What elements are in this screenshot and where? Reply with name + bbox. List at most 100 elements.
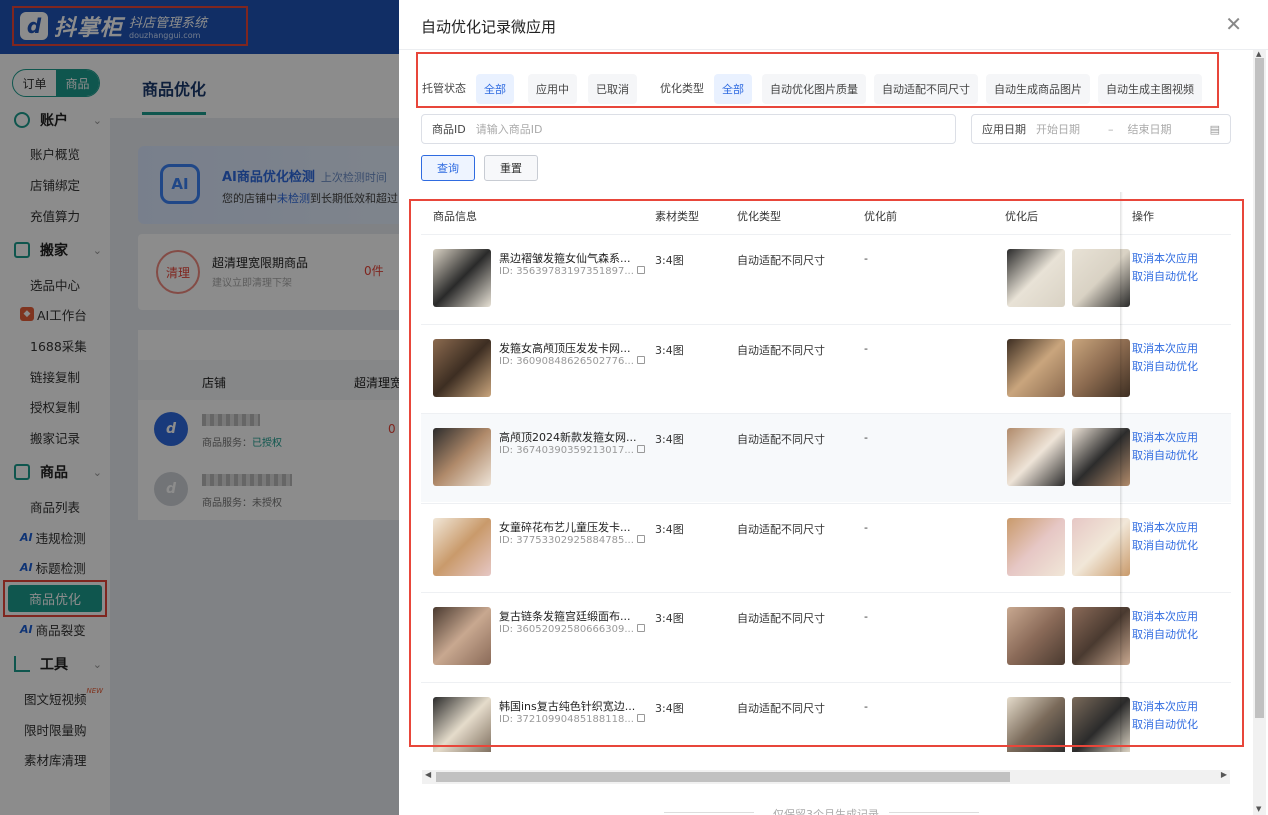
- product-id: ID: 37210990485188118...: [499, 713, 645, 725]
- th-before: 优化前: [864, 210, 897, 223]
- reset-button[interactable]: 重置: [484, 155, 538, 181]
- filter-bar: 托管状态 全部 应用中 已取消 优化类型 全部 自动优化图片质量 自动适配不同尺…: [416, 52, 1219, 108]
- product-id-text: ID: 36090848626502776...: [499, 355, 634, 367]
- material-type: 3:4图: [655, 343, 684, 357]
- product-thumbnail[interactable]: [433, 696, 491, 752]
- type-gen-video-chip[interactable]: 自动生成主图视频: [1098, 74, 1202, 104]
- drawer-title: 自动优化记录微应用: [421, 18, 557, 36]
- calendar-icon[interactable]: ▤: [1210, 123, 1220, 136]
- optimize-type: 自动适配不同尺寸: [737, 522, 825, 536]
- after-image[interactable]: [1007, 428, 1065, 486]
- table-row: 复古链条发箍宫廷缎面布... ID: 36052092580666309... 3:…: [421, 592, 1231, 681]
- before-image: -: [864, 699, 868, 713]
- vertical-scroll-thumb[interactable]: [1255, 58, 1264, 718]
- cancel-once-link[interactable]: 取消本次应用: [1132, 340, 1198, 356]
- cancel-once-link[interactable]: 取消本次应用: [1132, 698, 1198, 714]
- copy-icon[interactable]: [636, 355, 645, 364]
- optimize-type: 自动适配不同尺寸: [737, 701, 825, 715]
- cancel-once-link[interactable]: 取消本次应用: [1132, 519, 1198, 535]
- status-cancelled-chip[interactable]: 已取消: [588, 74, 637, 104]
- optimize-type: 自动适配不同尺寸: [737, 612, 825, 625]
- product-title: 高颅顶2024新款发箍女网...: [499, 431, 637, 444]
- cancel-auto-link[interactable]: 取消自动优化: [1132, 537, 1198, 553]
- material-type: 3:4图: [655, 701, 684, 715]
- cancel-auto-link[interactable]: 取消自动优化: [1132, 626, 1198, 642]
- end-date-input[interactable]: 结束日期: [1128, 121, 1172, 137]
- product-id-label: 商品ID: [432, 123, 466, 136]
- date-separator: –: [1108, 122, 1114, 136]
- product-id-text: ID: 37753302925884785...: [499, 534, 634, 546]
- material-type: 3:4图: [655, 522, 684, 536]
- copy-icon[interactable]: [636, 266, 645, 274]
- records-table: 商品信息 素材类型 优化类型 优化前 优化后 操作 黑边褶皱发箍女仙气森系...…: [421, 192, 1231, 752]
- optimize-type: 自动适配不同尺寸: [737, 343, 825, 357]
- table-row: 黑边褶皱发箍女仙气森系... ID: 35639783197351897... 3:…: [421, 234, 1231, 323]
- copy-icon[interactable]: [636, 534, 645, 543]
- product-title: 韩国ins复古纯色针织宽边...: [499, 699, 636, 713]
- product-id: ID: 36740390359213017...: [499, 445, 645, 456]
- after-image[interactable]: [1007, 607, 1065, 665]
- table-row: 女童碎花布艺儿童压发卡... ID: 37753302925884785... 3:…: [421, 502, 1231, 592]
- product-title: 复古链条发箍宫廷缎面布...: [499, 610, 631, 623]
- type-image-quality-chip[interactable]: 自动优化图片质量: [762, 74, 866, 104]
- product-title: 发箍女高颅顶压发发卡网...: [499, 341, 631, 355]
- th-after: 优化后: [1005, 210, 1038, 223]
- th-actions: 操作: [1132, 210, 1154, 223]
- status-all-chip[interactable]: 全部: [476, 74, 514, 104]
- after-image[interactable]: [1007, 249, 1065, 307]
- footer-divider: [664, 812, 754, 813]
- footer-note: 仅保留3个月生成记录: [773, 808, 879, 815]
- cancel-auto-link[interactable]: 取消自动优化: [1132, 268, 1198, 284]
- cancel-once-link[interactable]: 取消本次应用: [1132, 608, 1198, 624]
- product-id-text: ID: 35639783197351897...: [499, 266, 634, 277]
- cancel-once-link[interactable]: 取消本次应用: [1132, 250, 1198, 266]
- cancel-auto-link[interactable]: 取消自动优化: [1132, 358, 1198, 374]
- type-filter-label: 优化类型: [660, 82, 704, 95]
- cancel-auto-link[interactable]: 取消自动优化: [1132, 716, 1198, 732]
- th-product-info: 商品信息: [433, 210, 477, 223]
- date-label: 应用日期: [982, 123, 1026, 136]
- th-optimize-type: 优化类型: [737, 210, 781, 223]
- horizontal-scroll-thumb[interactable]: [436, 772, 1010, 782]
- after-image[interactable]: [1007, 338, 1065, 397]
- product-id-text: ID: 37210990485188118...: [499, 713, 634, 725]
- product-thumbnail[interactable]: [433, 607, 491, 665]
- before-image: -: [864, 252, 868, 265]
- scroll-left-icon[interactable]: ◀: [425, 770, 431, 779]
- start-date-input[interactable]: 开始日期: [1036, 121, 1080, 137]
- cancel-auto-link[interactable]: 取消自动优化: [1132, 447, 1198, 463]
- vertical-scrollbar[interactable]: ▲ ▼: [1253, 50, 1266, 815]
- copy-icon[interactable]: [636, 445, 645, 453]
- type-all-chip[interactable]: 全部: [714, 74, 752, 104]
- modal-overlay[interactable]: [0, 0, 399, 815]
- date-range-field[interactable]: 应用日期 开始日期 – 结束日期 ▤: [971, 114, 1231, 144]
- copy-icon[interactable]: [636, 624, 645, 632]
- scroll-down-icon[interactable]: ▼: [1256, 805, 1261, 813]
- product-thumbnail[interactable]: [433, 249, 491, 307]
- before-image: -: [864, 520, 868, 534]
- after-image[interactable]: [1007, 696, 1065, 752]
- before-image: -: [864, 610, 868, 623]
- optimize-type: 自动适配不同尺寸: [737, 433, 825, 446]
- cancel-once-link[interactable]: 取消本次应用: [1132, 429, 1198, 445]
- product-id-field[interactable]: 商品ID 请输入商品ID: [421, 114, 956, 144]
- scroll-up-icon[interactable]: ▲: [1256, 50, 1261, 58]
- type-gen-image-chip[interactable]: 自动生成商品图片: [986, 74, 1090, 104]
- fixed-column-shadow: [1120, 192, 1123, 752]
- product-thumbnail[interactable]: [433, 517, 491, 576]
- optimize-type: 自动适配不同尺寸: [737, 254, 825, 267]
- before-image: -: [864, 341, 868, 355]
- query-button[interactable]: 查询: [421, 155, 475, 181]
- product-thumbnail[interactable]: [433, 338, 491, 397]
- close-icon[interactable]: ✕: [1225, 12, 1242, 36]
- after-image[interactable]: [1007, 517, 1065, 576]
- scroll-right-icon[interactable]: ▶: [1221, 770, 1227, 779]
- product-id-input[interactable]: 请输入商品ID: [476, 121, 543, 137]
- product-thumbnail[interactable]: [433, 428, 491, 486]
- product-id: ID: 37753302925884785...: [499, 534, 645, 546]
- copy-icon[interactable]: [636, 713, 645, 722]
- product-id: ID: 36052092580666309...: [499, 624, 645, 635]
- type-size-adapt-chip[interactable]: 自动适配不同尺寸: [874, 74, 978, 104]
- horizontal-scrollbar[interactable]: ◀ ▶: [422, 770, 1230, 784]
- status-active-chip[interactable]: 应用中: [528, 74, 577, 104]
